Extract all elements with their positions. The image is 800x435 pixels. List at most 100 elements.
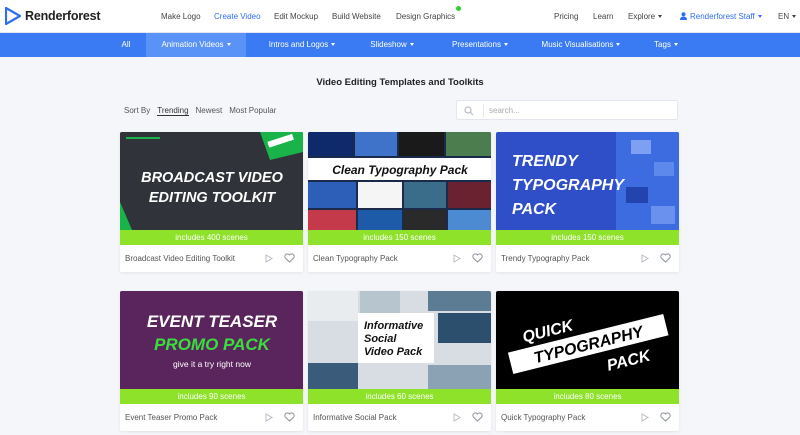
card-title[interactable]: Event Teaser Promo Pack <box>125 413 217 422</box>
nav-edit-mockup[interactable]: Edit Mockup <box>274 12 318 21</box>
sort-most-popular[interactable]: Most Popular <box>229 106 276 116</box>
category-label: Intros and Logos <box>268 40 329 49</box>
thumbnail-text: TRENDY <box>512 153 579 170</box>
nav-create-video[interactable]: Create Video <box>214 12 261 21</box>
logo[interactable]: Renderforest <box>5 7 101 25</box>
card-footer: Informative Social Pack <box>308 404 491 431</box>
category-presentations[interactable]: Presentations <box>440 33 520 57</box>
chevron-down-icon <box>503 43 508 47</box>
heart-icon[interactable] <box>472 253 483 263</box>
scene-count-badge: includes 150 scenes <box>496 230 679 245</box>
category-tags[interactable]: Tags <box>638 33 694 57</box>
template-card[interactable]: EVENT TEASER PROMO PACK give it a try ri… <box>120 291 303 431</box>
nav-explore-label: Explore <box>628 12 656 21</box>
template-thumbnail[interactable]: QUICK TYPOGRAPHY PACK <box>496 291 679 389</box>
category-intros-and-logos[interactable]: Intros and Logos <box>258 33 346 57</box>
template-thumbnail[interactable]: Informative Social Video Pack <box>308 291 491 389</box>
play-icon[interactable] <box>641 413 649 422</box>
card-title[interactable]: Quick Typography Pack <box>501 413 585 422</box>
category-label: Music Visualisations <box>541 40 614 49</box>
template-thumbnail[interactable]: Clean Typography Pack <box>308 132 491 230</box>
search-box <box>456 100 678 120</box>
card-footer: Quick Typography Pack <box>496 404 679 431</box>
nav-pricing[interactable]: Pricing <box>554 12 578 21</box>
heart-icon[interactable] <box>472 412 483 422</box>
play-icon[interactable] <box>265 413 273 422</box>
thumbnail-text: BROADCAST VIDEO <box>141 170 284 186</box>
search-icon[interactable] <box>464 106 474 116</box>
template-card[interactable]: TRENDY TYPOGRAPHY PACK includes 150 scen… <box>496 132 679 272</box>
scene-count-badge: includes 60 scenes <box>308 389 491 404</box>
user-name: Renderforest Staff <box>690 12 755 21</box>
template-card[interactable]: Clean Typography Pack includes 150 scene… <box>308 132 491 272</box>
template-card[interactable]: Informative Social Video Pack includes 6… <box>308 291 491 431</box>
sort-controls: Sort By Trending Newest Most Popular <box>124 106 276 116</box>
top-navigation-bar: Renderforest Make Logo Create Video Edit… <box>0 0 800 33</box>
chevron-down-icon <box>226 43 231 47</box>
logo-icon <box>5 7 21 25</box>
thumbnail-text: Video Pack <box>364 346 423 358</box>
nav-design-graphics-label: Design Graphics <box>396 12 456 21</box>
thumbnail-text: give it a try right now <box>173 359 252 369</box>
chevron-down-icon <box>757 15 762 19</box>
category-bar: All Animation Videos Intros and Logos Sl… <box>0 33 800 57</box>
template-card[interactable]: BROADCAST VIDEO EDITING TOOLKIT includes… <box>120 132 303 272</box>
template-thumbnail[interactable]: TRENDY TYPOGRAPHY PACK <box>496 132 679 230</box>
user-menu[interactable]: Renderforest Staff <box>680 12 762 21</box>
category-label: Presentations <box>452 40 501 49</box>
chevron-down-icon <box>673 43 678 47</box>
heart-icon[interactable] <box>284 412 295 422</box>
play-icon[interactable] <box>453 254 461 263</box>
scene-count-badge: includes 80 scenes <box>496 389 679 404</box>
heart-icon[interactable] <box>284 253 295 263</box>
thumbnail-text: TYPOGRAPHY <box>512 177 625 194</box>
template-thumbnail[interactable]: EVENT TEASER PROMO PACK give it a try ri… <box>120 291 303 389</box>
category-slideshow[interactable]: Slideshow <box>358 33 426 57</box>
sort-newest[interactable]: Newest <box>196 106 223 116</box>
thumbnail-text: EVENT TEASER <box>147 312 278 331</box>
category-label: Slideshow <box>370 40 407 49</box>
category-label: All <box>121 40 131 49</box>
language-selector[interactable]: EN <box>778 12 797 21</box>
category-label: Tags <box>654 40 671 49</box>
play-icon[interactable] <box>641 254 649 263</box>
thumbnail-text: Clean Typography Pack <box>332 163 469 177</box>
heart-icon[interactable] <box>660 253 671 263</box>
thumbnail-text: EDITING TOOLKIT <box>149 190 276 206</box>
nav-explore-dropdown[interactable]: Explore <box>628 12 663 21</box>
card-footer: Event Teaser Promo Pack <box>120 404 303 431</box>
search-input[interactable] <box>483 104 668 117</box>
template-card[interactable]: QUICK TYPOGRAPHY PACK includes 80 scenes… <box>496 291 679 431</box>
category-label: Animation Videos <box>161 40 224 49</box>
card-title[interactable]: Trendy Typography Pack <box>501 254 590 263</box>
logo-text: Renderforest <box>25 9 101 23</box>
nav-build-website[interactable]: Build Website <box>332 12 381 21</box>
scene-count-badge: includes 150 scenes <box>308 230 491 245</box>
nav-make-logo[interactable]: Make Logo <box>161 12 201 21</box>
chevron-down-icon <box>409 43 414 47</box>
sort-label: Sort By <box>124 106 151 115</box>
card-title[interactable]: Broadcast Video Editing Toolkit <box>125 254 235 263</box>
card-title[interactable]: Clean Typography Pack <box>313 254 398 263</box>
language-label: EN <box>778 12 790 21</box>
user-icon <box>680 12 687 20</box>
chevron-down-icon <box>658 15 663 19</box>
play-icon[interactable] <box>453 413 461 422</box>
sort-trending[interactable]: Trending <box>157 106 189 116</box>
category-music-visualisations[interactable]: Music Visualisations <box>532 33 630 57</box>
category-all[interactable]: All <box>110 33 142 57</box>
category-animation-videos[interactable]: Animation Videos <box>146 33 246 57</box>
scene-count-badge: includes 400 scenes <box>120 230 303 245</box>
card-title[interactable]: Informative Social Pack <box>313 413 397 422</box>
new-indicator-dot <box>456 6 462 11</box>
heart-icon[interactable] <box>660 412 671 422</box>
play-icon[interactable] <box>265 254 273 263</box>
nav-learn[interactable]: Learn <box>593 12 613 21</box>
nav-design-graphics[interactable]: Design Graphics <box>396 6 462 21</box>
card-footer: Trendy Typography Pack <box>496 245 679 272</box>
thumbnail-text: Informative <box>364 320 423 332</box>
thumbnail-text: PROMO PACK <box>154 335 272 354</box>
chevron-down-icon <box>616 43 621 47</box>
template-thumbnail[interactable]: BROADCAST VIDEO EDITING TOOLKIT <box>120 132 303 230</box>
thumbnail-text: Social <box>364 333 397 345</box>
